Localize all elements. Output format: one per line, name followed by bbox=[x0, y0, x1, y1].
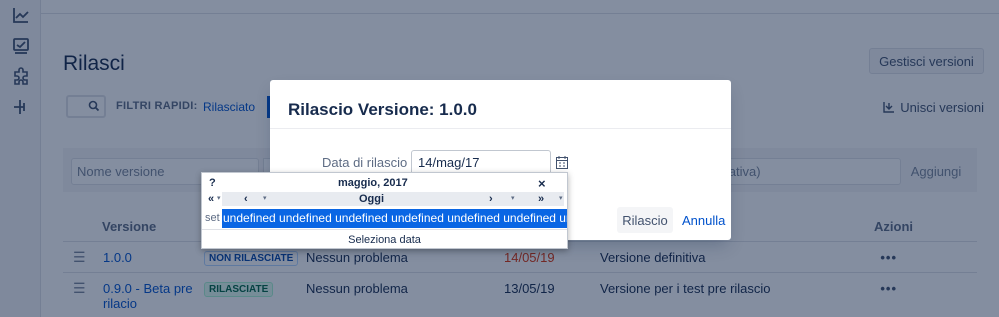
cancel-link[interactable]: Annulla bbox=[682, 213, 725, 228]
select-date-footer: Seleziona data bbox=[202, 229, 567, 249]
today-button[interactable]: Oggi bbox=[359, 193, 384, 205]
release-date-label: Data di rilascio bbox=[322, 155, 408, 170]
week-set-label: set bbox=[205, 212, 220, 224]
date-picker-popup: ? maggio, 2017 × « ▾ ‹ ▾ Oggi › ▾ » ▾ se… bbox=[201, 172, 568, 249]
prev-month-button[interactable]: ‹ bbox=[244, 193, 248, 205]
calendar-icon[interactable] bbox=[556, 156, 568, 172]
next-year-button[interactable]: » bbox=[538, 193, 544, 205]
release-button[interactable]: Rilascio bbox=[617, 207, 673, 233]
dialog-divider bbox=[270, 128, 731, 129]
calendar-close-button[interactable]: × bbox=[538, 176, 546, 191]
next-month-button[interactable]: › bbox=[489, 193, 493, 205]
calendar-help-button[interactable]: ? bbox=[209, 177, 216, 189]
dialog-title: Rilascio Versione: 1.0.0 bbox=[288, 100, 477, 119]
calendar-month-title: maggio, 2017 bbox=[338, 177, 408, 189]
next-year-menu-icon[interactable]: ▾ bbox=[559, 194, 563, 202]
weekday-header-strip[interactable]: undefined undefined undefined undefined … bbox=[222, 209, 567, 228]
prev-year-button[interactable]: « bbox=[208, 193, 214, 205]
prev-year-menu-icon[interactable]: ▾ bbox=[217, 194, 221, 202]
next-month-menu-icon[interactable]: ▾ bbox=[511, 194, 515, 202]
prev-month-menu-icon[interactable]: ▾ bbox=[263, 194, 267, 202]
